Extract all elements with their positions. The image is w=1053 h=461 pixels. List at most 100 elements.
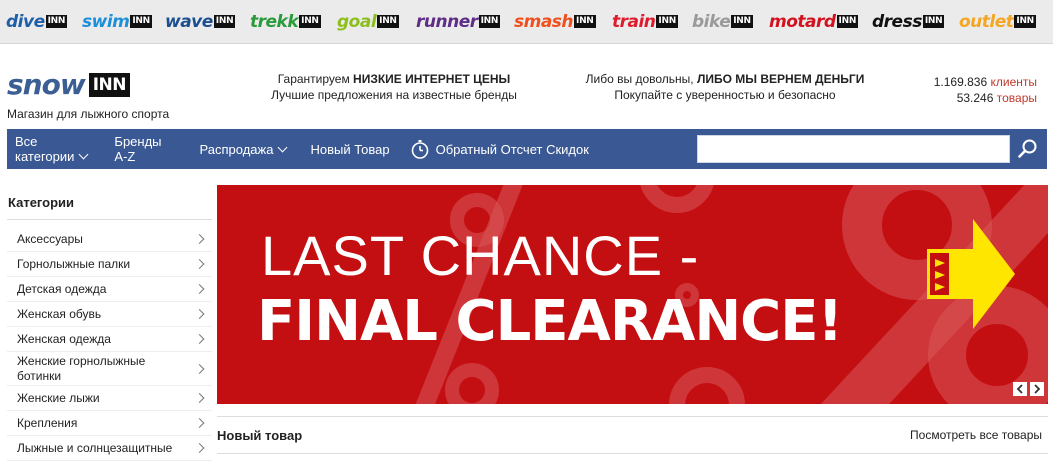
brand-link-train[interactable]: train INN [612,12,692,32]
view-all-products-link[interactable]: Посмотреть все товары [910,428,1042,442]
promo2-bold: ЛИБО МЫ ВЕРНЕМ ДЕНЬГИ [696,72,865,86]
new-products-title: Новый товар [217,427,303,443]
sidebar-category-label: Аксессуары [17,231,83,246]
nav-brands[interactable]: Бренды A-Z [99,129,173,169]
brand-link-goal[interactable]: goal INN [337,12,416,32]
sidebar-title: Категории [7,185,212,220]
brand-inn: INN [922,15,945,28]
brand-word: wave [165,11,213,32]
sidebar-category-item[interactable]: Горнолыжные палки [7,252,212,277]
clients-label: клиенты [990,75,1037,89]
banner-headline: LAST CHANCE - [261,224,700,287]
brand-word: dress [872,11,922,32]
brand-inn: INN [213,15,236,28]
promo1-bold: НИЗКИЕ ИНТЕРНЕТ ЦЕНЫ [353,72,511,86]
sidebar-category-label: Крепления [17,415,78,430]
chevron-right-icon [194,443,205,453]
stopwatch-icon [411,140,428,159]
store-logo[interactable]: snow INN [7,68,130,101]
promo1-line2: Лучшие предложения на известные бренды [271,88,517,102]
brand-inn: INN [377,15,399,28]
chevron-right-icon [194,234,205,244]
chevron-right-icon [1034,384,1041,394]
store-stats: 1.169.836 клиенты 53.246 товары [934,74,1037,106]
banner-next-button[interactable] [1030,382,1044,396]
nav-new-products[interactable]: Новый Товар [298,129,401,169]
sidebar-category-label: Лыжные и солнцезащитные [17,440,173,455]
sidebar-category-item[interactable]: Женские горнолыжные ботинки [7,352,212,386]
nav-all-categories[interactable]: Все категории [7,129,99,169]
nav-countdown-label: Обратный Отсчет Скидок [435,141,589,157]
brand-link-runner[interactable]: runner INN [416,12,514,32]
brand-link-wave[interactable]: wave INN [165,12,250,32]
chevron-right-icon [194,393,205,403]
promo-banner[interactable]: LAST CHANCE - FINAL CLEARANCE! [217,185,1048,404]
promo2-line2: Покупайте с уверенностью и безопасно [614,88,836,102]
category-list: Аксессуары Горнолыжные палки Детская одежд… [7,227,212,461]
new-products-bar: Новый товар Посмотреть все товары [217,416,1048,454]
nav-all-categories-line2: категории [15,149,75,164]
sidebar-category-item[interactable]: Аксессуары [7,227,212,252]
logo-word: snow [7,68,86,101]
nav-brands-line2: A-Z [114,149,136,164]
brand-link-bike[interactable]: bike INN [692,12,769,32]
sidebar-category-item[interactable]: Лыжные и солнцезащитные [7,436,212,461]
sidebar-category-label: Женские лыжи [17,390,100,405]
sidebar-category-item[interactable]: Детская одежда [7,277,212,302]
chevron-right-icon [194,363,205,374]
sidebar-category-item[interactable]: Крепления [7,411,212,436]
tagline: Магазин для лыжного спорта [7,107,170,121]
brand-inn: INN [1014,15,1036,28]
chevron-right-icon [194,309,205,319]
brand-link-motard[interactable]: motard INN [769,12,872,32]
brand-word: train [612,11,656,32]
brand-inn: INN [574,15,596,28]
brand-word: smash [514,11,574,32]
banner-prev-button[interactable] [1013,382,1027,396]
chevron-right-icon [194,259,205,269]
brand-inn: INN [45,15,68,28]
arrow-right-icon [927,219,1015,329]
brand-word: trekk [250,11,299,32]
nav-sale[interactable]: Распродажа [174,129,299,169]
logo-inn: INN [88,72,130,97]
brand-word: runner [416,11,478,32]
chevron-down-icon [78,149,89,160]
brand-inn: INN [130,15,152,28]
brand-link-dive[interactable]: dive INN [6,12,82,32]
sidebar-category-label: Женская одежда [17,331,111,346]
brand-bar: dive INN swim INN wave INN trekk INN goal INN runn… [0,0,1053,44]
chevron-right-icon [194,418,205,428]
brand-link-swim[interactable]: swim INN [82,12,165,32]
sidebar-category-label: Горнолыжные палки [17,256,131,271]
search-icon [1018,139,1037,158]
brand-link-outlet[interactable]: outlet INN [959,12,1039,32]
sidebar-category-label: Женские горнолыжные ботинки [17,353,146,383]
sidebar-category-label: Детская одежда [17,281,107,296]
clients-count: 1.169.836 [933,75,988,89]
chevron-right-icon [194,334,205,344]
category-sidebar: Категории Аксессуары Горнолыжные палки Дет… [7,185,212,461]
brand-link-smash[interactable]: smash INN [514,12,612,32]
promo-money-back: Либо вы довольны, ЛИБО МЫ ВЕРНЕМ ДЕНЬГИ … [560,71,890,103]
chevron-down-icon [278,142,288,152]
promo2-pre: Либо вы довольны, [585,72,697,86]
search-button[interactable] [1013,134,1043,164]
brand-inn: INN [836,15,859,28]
sidebar-category-label: Женская обувь [17,306,102,321]
search-input[interactable] [697,135,1010,163]
nav-countdown[interactable]: Обратный Отсчет Скидок [402,129,601,169]
main-nav: Все категории Бренды A-Z Распродажа Новы… [7,129,1047,169]
sidebar-category-item[interactable]: Женская обувь [7,302,212,327]
banner-subheadline: FINAL CLEARANCE! [257,289,843,354]
brand-link-trekk[interactable]: trekk INN [250,12,337,32]
sidebar-category-item[interactable]: Женская одежда [7,327,212,352]
nav-sale-label: Распродажа [199,141,274,157]
brand-word: motard [769,11,836,32]
nav-all-categories-line1: Все [15,134,38,149]
promo1-pre: Гарантируем [277,72,354,86]
sidebar-category-item[interactable]: Женские лыжи [7,386,212,411]
promo-low-prices: Гарантируем НИЗКИЕ ИНТЕРНЕТ ЦЕНЫ Лучшие … [244,71,544,103]
brand-word: outlet [959,11,1014,32]
brand-link-dress[interactable]: dress INN [872,12,959,32]
